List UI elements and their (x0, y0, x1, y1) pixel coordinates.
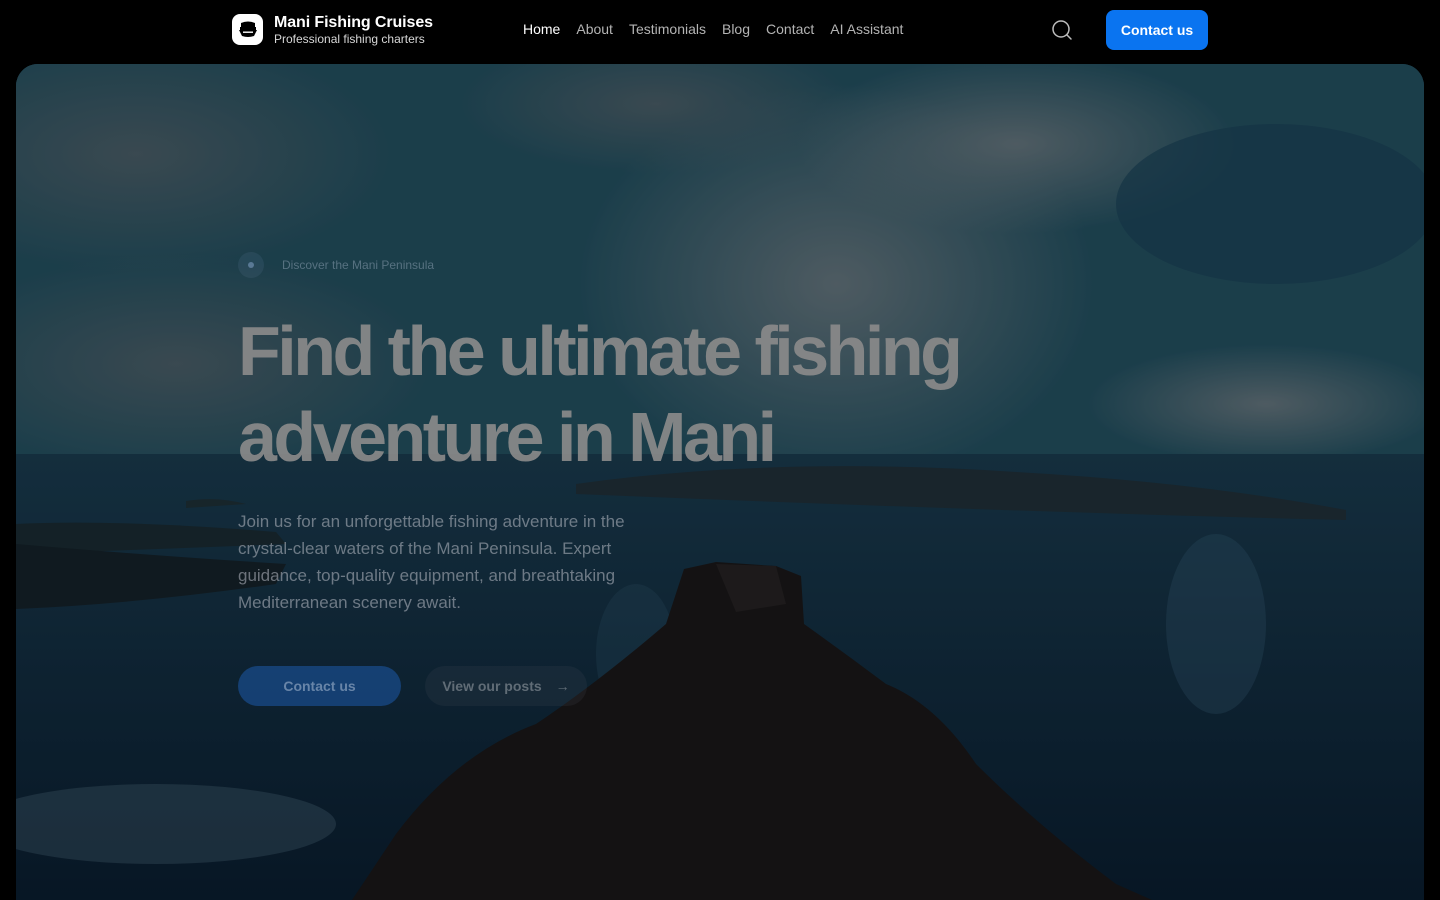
nav-item-about[interactable]: About (576, 21, 613, 37)
hero-subtitle: Join us for an unforgettable fishing adv… (238, 512, 625, 612)
view-posts-label: View our posts (442, 678, 542, 694)
main-nav: Home About Testimonials Blog Contact AI … (523, 21, 919, 37)
header-contact-button[interactable]: Contact us (1106, 10, 1208, 50)
hero-title: Find the ultimate fishing adventure in M… (238, 312, 963, 476)
nav-item-blog[interactable]: Blog (722, 21, 750, 37)
view-posts-button[interactable]: View our posts → (425, 666, 587, 706)
dot-icon (238, 252, 264, 278)
hero-content: Discover the Mani Peninsula Find the ult… (238, 250, 998, 706)
nav-item-home[interactable]: Home (523, 21, 560, 37)
hero-contact-button[interactable]: Contact us (238, 666, 401, 706)
arrow-right-icon: → (555, 678, 570, 694)
nav-item-testimonials[interactable]: Testimonials (629, 21, 706, 37)
brand-name: Mani Fishing Cruises (274, 13, 433, 31)
hero-actions: Contact us View our posts → (238, 666, 998, 706)
brand-tagline: Professional fishing charters (274, 31, 425, 46)
boat-logo-icon (232, 14, 263, 45)
search-icon[interactable] (1050, 18, 1074, 42)
hero-section: Discover the Mani Peninsula Find the ult… (16, 64, 1424, 900)
eyebrow-text: Discover the Mani Peninsula (282, 258, 435, 272)
brand[interactable]: Mani Fishing Cruises Professional fishin… (232, 14, 433, 45)
site-header: Mani Fishing Cruises Professional fishin… (0, 0, 1440, 60)
nav-item-ai-assistant[interactable]: AI Assistant (830, 21, 903, 37)
nav-item-contact[interactable]: Contact (766, 21, 814, 37)
eyebrow-badge: Discover the Mani Peninsula (238, 250, 998, 280)
